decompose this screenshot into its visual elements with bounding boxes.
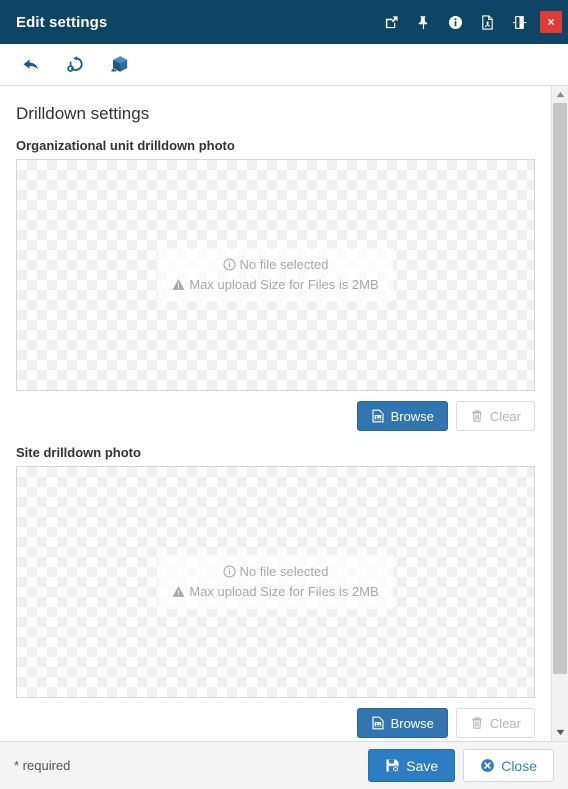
edit-settings-window: Edit settings × Drilldown settings Organ… xyxy=(0,0,568,789)
no-file-line-org-unit: No file selected xyxy=(172,255,378,275)
save-disk-icon xyxy=(385,758,400,773)
browse-button-site[interactable]: Browse xyxy=(356,708,448,738)
popout-icon[interactable] xyxy=(378,9,404,35)
no-file-line-site: No file selected xyxy=(172,562,378,582)
upload-preview-org-unit[interactable]: No file selected Max upload Size for Fil… xyxy=(16,159,535,391)
save-label: Save xyxy=(406,757,439,774)
window-title: Edit settings xyxy=(16,13,108,31)
clear-button-site[interactable]: Clear xyxy=(455,708,535,738)
warning-triangle-icon xyxy=(172,278,185,291)
vertical-scrollbar[interactable] xyxy=(551,86,568,741)
window-titlebar: Edit settings × xyxy=(0,0,568,44)
image-file-icon xyxy=(371,409,385,423)
upload-preview-site[interactable]: No file selected Max upload Size for Fil… xyxy=(16,466,535,698)
close-window-button[interactable]: × xyxy=(540,11,562,33)
field-label-org-unit-photo: Organizational unit drilldown photo xyxy=(16,138,235,153)
no-file-text-site: No file selected xyxy=(239,563,329,579)
upload-block-site: Site drilldown photo No file selected Ma… xyxy=(16,445,535,738)
field-label-site-photo: Site drilldown photo xyxy=(16,445,141,460)
pdf-icon[interactable] xyxy=(474,9,500,35)
no-file-text-org-unit: No file selected xyxy=(239,256,329,272)
footer-actions: Save Close xyxy=(368,749,554,782)
toggle-panel-icon[interactable] xyxy=(506,9,532,35)
required-note: * required xyxy=(14,758,71,773)
close-button[interactable]: Close xyxy=(463,749,554,782)
scrollbar-track[interactable] xyxy=(552,103,568,724)
max-size-line-site: Max upload Size for Files is 2MB xyxy=(172,582,379,602)
image-file-icon xyxy=(371,716,385,730)
close-label: Close xyxy=(501,757,537,774)
settings-content: Drilldown settings Organizational unit d… xyxy=(0,86,551,741)
upload-block-org-unit: Organizational unit drilldown photo No f… xyxy=(16,138,535,431)
max-size-line-org-unit: Max upload Size for Files is 2MB xyxy=(172,275,379,295)
upload-placeholder-org-unit: No file selected Max upload Size for Fil… xyxy=(158,247,393,303)
save-button[interactable]: Save xyxy=(368,749,456,782)
trash-icon xyxy=(470,716,484,730)
revert-history-icon[interactable] xyxy=(62,52,88,78)
titlebar-actions: × xyxy=(378,9,562,35)
trash-icon xyxy=(470,409,484,423)
action-toolbar xyxy=(0,44,568,86)
upload-placeholder-site: No file selected Max upload Size for Fil… xyxy=(158,554,393,610)
max-size-text-site: Max upload Size for Files is 2MB xyxy=(189,584,379,599)
scroll-down-arrow-icon[interactable] xyxy=(552,724,568,741)
dialog-footer: * required Save Close xyxy=(0,741,568,789)
browse-button-org-unit[interactable]: Browse xyxy=(356,401,448,431)
info-icon[interactable] xyxy=(442,9,468,35)
clear-label-org-unit: Clear xyxy=(489,408,521,424)
close-circle-icon xyxy=(480,758,495,773)
warning-triangle-icon xyxy=(172,585,185,598)
pin-icon[interactable] xyxy=(410,9,436,35)
page-title: Drilldown settings xyxy=(16,104,150,123)
browse-label-org-unit: Browse xyxy=(390,408,434,424)
info-circle-icon xyxy=(222,565,236,578)
browse-label-site: Browse xyxy=(390,715,434,731)
upload-actions-site: Browse Clear xyxy=(16,708,535,738)
info-circle-icon xyxy=(222,258,236,271)
scrollable-body: Drilldown settings Organizational unit d… xyxy=(0,86,568,741)
scrollbar-thumb[interactable] xyxy=(553,103,567,675)
upload-actions-org-unit: Browse Clear xyxy=(16,401,535,431)
clear-button-org-unit[interactable]: Clear xyxy=(455,401,535,431)
scroll-up-arrow-icon[interactable] xyxy=(552,86,568,103)
max-size-text-org-unit: Max upload Size for Files is 2MB xyxy=(189,277,379,292)
package-cube-icon[interactable] xyxy=(106,52,132,78)
back-icon[interactable] xyxy=(18,52,44,78)
clear-label-site: Clear xyxy=(489,715,521,731)
